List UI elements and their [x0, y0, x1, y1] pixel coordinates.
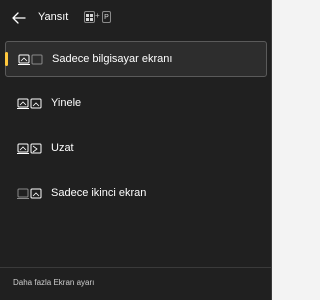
project-flyout: Yansıt + P Sadece bilgisayar ekranı Yine… [0, 0, 272, 300]
flyout-header: Yansıt + P [0, 0, 271, 36]
arrow-left-icon [12, 12, 26, 24]
option-second-screen-only[interactable]: Sadece ikinci ekran [5, 176, 267, 212]
back-button[interactable] [10, 9, 28, 27]
second-screen-only-icon [17, 188, 42, 199]
extend-icon [17, 143, 42, 154]
duplicate-icon [17, 98, 42, 109]
footer-divider [0, 267, 271, 268]
windows-key-badge [84, 11, 95, 23]
option-label: Sadece bilgisayar ekranı [52, 53, 173, 65]
option-pc-screen-only[interactable]: Sadece bilgisayar ekranı [5, 41, 267, 77]
display-settings-link[interactable]: Daha fazla Ekran ayarı [13, 278, 94, 287]
option-label: Yinele [51, 97, 82, 109]
p-key-badge: P [102, 11, 111, 23]
option-label: Uzat [51, 142, 74, 154]
pc-screen-only-icon [18, 54, 43, 65]
option-label: Sadece ikinci ekran [51, 187, 147, 199]
selected-indicator [5, 52, 8, 66]
option-extend[interactable]: Uzat [5, 131, 267, 167]
option-duplicate[interactable]: Yinele [5, 86, 267, 122]
windows-logo-icon [86, 13, 93, 21]
shortcut-plus: + [95, 11, 100, 20]
flyout-title: Yansıt [38, 11, 69, 23]
